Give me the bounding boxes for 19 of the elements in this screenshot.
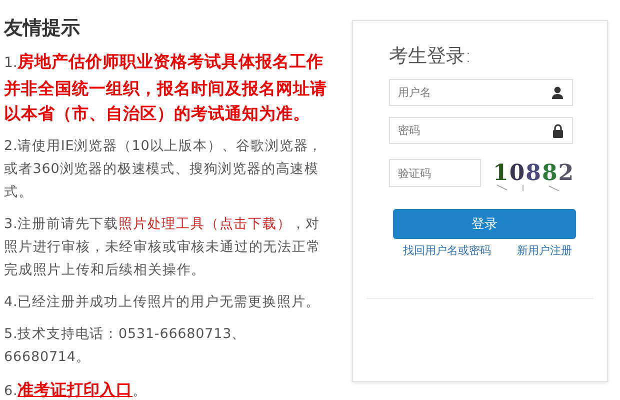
- notice-text: 5.技术支持电话：0531-66680713、66680714。: [4, 325, 248, 367]
- notice-text: 1.房地产估价师职业资格考试具体报名工作并非全国统一组织，报名时间及报名网址请以本省（市、自治区）的考试通知为准。: [4, 51, 328, 125]
- username-field[interactable]: 用户名: [389, 79, 573, 106]
- login-title: 考生登录:: [389, 44, 472, 69]
- user-icon: [551, 86, 564, 99]
- notice-text: 3.注册前请先下载照片处理工具（点击下载），对照片进行审核，未经审核或审核未通过的无法正常完成照片上传和后续相关操作。: [4, 215, 322, 280]
- admission-ticket-link[interactable]: 准考证打印入口: [18, 380, 132, 399]
- notice-text: 4.已经注册并成功上传照片的用户无需更换照片。: [4, 293, 322, 312]
- captcha-image[interactable]: 10882: [493, 155, 571, 191]
- password-field[interactable]: 密码: [389, 117, 573, 144]
- lock-icon: [552, 124, 564, 138]
- login-link[interactable]: 新用户注册: [517, 243, 572, 258]
- login-link[interactable]: 找回用户名或密码: [403, 243, 491, 258]
- download-link[interactable]: 照片处理工具（点击下载）: [118, 216, 292, 232]
- notice-text: 2.请使用IE浏览器（10以上版本）、谷歌浏览器，或者360浏览器的极速模式、搜狗浏览器的高速模式。: [4, 137, 324, 202]
- notice-text: 6.准考证打印入口。: [4, 379, 148, 400]
- captcha-field[interactable]: 验证码: [389, 159, 481, 187]
- login-button[interactable]: 登录: [393, 209, 576, 239]
- notice-heading: 友情提示: [4, 16, 81, 40]
